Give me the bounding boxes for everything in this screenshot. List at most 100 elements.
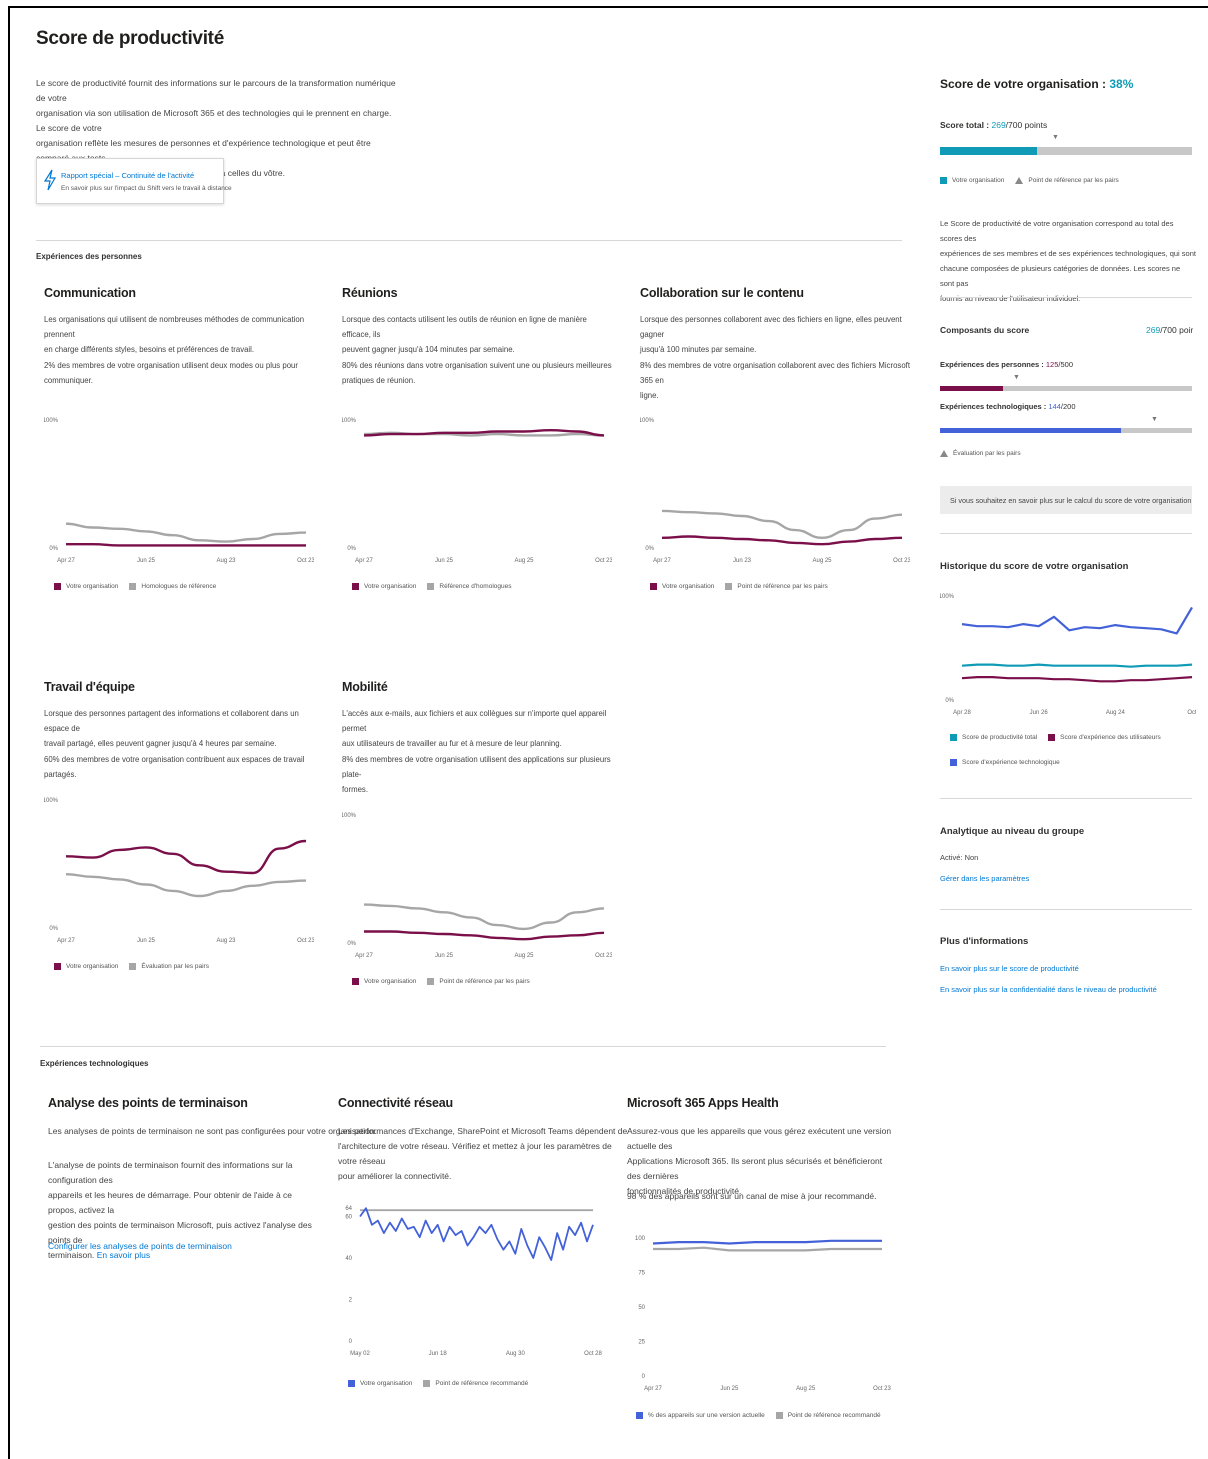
y-tick-label: 25 (638, 1340, 645, 1346)
y-tick-label: 50 (638, 1305, 645, 1311)
x-tick-label: Oct 23 (595, 558, 612, 564)
card-legend: Votre organisation Point de référence pa… (352, 978, 530, 985)
y-tick-label: 0% (347, 941, 356, 947)
org-score-value: 38% (1109, 77, 1134, 91)
y-tick-label: 0% (49, 546, 58, 552)
peer-triangle-icon (1015, 177, 1024, 184)
learn-score-link[interactable]: En savoir plus sur le score de productiv… (940, 961, 1079, 976)
x-tick-label: Oct 23 (873, 1386, 891, 1392)
privacy-link[interactable]: En savoir plus sur la confidentialité da… (940, 982, 1157, 997)
legend-label: % des appareils sur une version actuelle (648, 1412, 765, 1419)
configure-endpoint-link[interactable]: Configurer les analyses de points de ter… (48, 1239, 232, 1254)
card-title: Travail d'équipe (44, 680, 135, 694)
x-tick-label: Jun 25 (435, 558, 454, 564)
card-description: L'accès aux e-mails, aux fichiers et aux… (342, 709, 607, 748)
legend-label: Votre organisation (364, 583, 417, 590)
legend-label: Point de référence par les pairs (439, 978, 530, 985)
x-tick-label: Oct 23 (595, 953, 612, 959)
legend-swatch (775, 1412, 783, 1419)
x-tick-label: Aug 25 (514, 953, 534, 959)
legend-swatch (423, 1380, 431, 1387)
lightning-icon (43, 169, 57, 196)
page-title: Score de productivité (36, 28, 224, 49)
divider (940, 798, 1192, 799)
series-line-Votre organisation (65, 543, 306, 547)
card-title: Réunions (342, 286, 398, 300)
x-tick-label: Jun 25 (720, 1386, 739, 1392)
legend-label: Votre organisation (952, 177, 1005, 184)
card-legend: Votre organisation Référence d'homologue… (352, 583, 511, 590)
card-stat: 8% des membres de votre organisation uti… (342, 755, 611, 794)
y-tick-label: 100% (342, 418, 357, 424)
legend-swatch (636, 1412, 643, 1419)
x-tick-label: Jun 25 (137, 558, 156, 564)
x-tick-label: Apr 27 (355, 953, 373, 959)
legend-swatch (650, 583, 657, 590)
x-tick-label: Oct 23 (893, 558, 910, 564)
x-tick-label: Apr 27 (644, 1386, 662, 1392)
group-settings-link[interactable]: Gérer dans les paramètres (940, 871, 1029, 886)
x-tick-label: Jun 25 (137, 938, 156, 944)
history-legend: Score de productivité total Score d'expé… (950, 734, 1161, 741)
history-chart: 100% 0% Apr 28 Jun 26 Aug 24 Oct (940, 594, 1196, 716)
legend-swatch (950, 759, 957, 766)
apps-title: Microsoft 365 Apps Health (627, 1096, 779, 1110)
legend-label: Votre organisation (360, 1380, 413, 1387)
legend-swatch (427, 583, 435, 590)
legend-label: Score d'expérience technologique (962, 759, 1060, 766)
card-stat: 8% des membres de votre organisation col… (640, 361, 910, 400)
legend-swatch (940, 177, 947, 184)
card-description: Lorsque des personnes collaborent avec d… (640, 315, 902, 354)
network-legend: Votre organisation Point de référence re… (348, 1380, 528, 1387)
peer-marker: ▼ (1151, 416, 1158, 423)
endpoint-title: Analyse des points de terminaison (48, 1096, 248, 1110)
tech-score: Expériences technologiques : 144/200 (940, 402, 1076, 411)
y-tick-label: 100% (640, 418, 655, 424)
legend-label: Homologues de référence (141, 583, 217, 590)
x-tick-label: Aug 30 (506, 1351, 526, 1357)
peer-marker: ▼ (1013, 374, 1020, 381)
x-tick-label: Apr 27 (653, 558, 671, 564)
y-tick-label: 40 (345, 1256, 352, 1262)
legend-label: Score d'expérience des utilisateurs (1060, 734, 1161, 741)
x-tick-label: Oct 23 (297, 938, 314, 944)
total-score-bar (940, 147, 1037, 155)
learn-calc-button[interactable]: Si vous souhaitez en savoir plus sur le … (940, 486, 1192, 514)
x-tick-label: Aug 23 (216, 938, 236, 944)
x-tick-label: Aug 23 (216, 558, 236, 564)
components-label: Composants du score (940, 325, 1030, 335)
x-tick-label: May 02 (350, 1351, 370, 1357)
people-section-label: Expériences des personnes (36, 252, 142, 261)
x-tick-label: Oct 28 (584, 1351, 602, 1357)
series-line-Point de référence recommandé (653, 1246, 882, 1252)
legend-swatch (54, 583, 61, 590)
card-description: Lorsque des contacts utilisent les outil… (342, 315, 587, 354)
card-legend: Votre organisation Homologues de référen… (54, 583, 216, 590)
y-tick-label: 0% (645, 546, 654, 552)
network-title: Connectivité réseau (338, 1096, 453, 1110)
people-score-bar (940, 386, 1003, 391)
x-tick-label: Apr 28 (953, 710, 971, 716)
components-value: 269/700 poir (1146, 325, 1194, 335)
y-tick-label: 60 (345, 1214, 352, 1220)
legend-label: Évaluation par les pairs (141, 963, 209, 970)
y-tick-label: 0% (347, 546, 356, 552)
y-tick-label: 100% (44, 798, 59, 804)
legend-swatch (1048, 734, 1056, 741)
peer-marker: ▼ (1052, 134, 1059, 141)
y-tick-label: 100 (635, 1236, 646, 1242)
legend-label: Votre organisation (662, 583, 715, 590)
x-tick-label: Jun 26 (1030, 710, 1049, 716)
report-card-subtitle: En savoir plus sur l'impact du Shift ver… (61, 185, 232, 192)
card-legend: Votre organisation Évaluation par les pa… (54, 963, 209, 970)
divider (36, 240, 902, 241)
card-chart: 100% 0% Apr 27 Jun 25 Aug 23 Oct 23 (44, 798, 314, 944)
report-card[interactable]: Rapport spécial – Continuité de l'activi… (36, 158, 232, 204)
legend-label: Score de productivité total (962, 734, 1038, 741)
peer-eval-legend: Évaluation par les pairs (940, 450, 1021, 457)
legend-swatch (129, 583, 137, 590)
legend-label: Point de référence par les pairs (1028, 177, 1119, 184)
total-score: Score total : 269/700 points (940, 120, 1048, 130)
apps-stat: 98 % des appareils sont sur un canal de … (627, 1191, 877, 1201)
divider (940, 533, 1192, 534)
